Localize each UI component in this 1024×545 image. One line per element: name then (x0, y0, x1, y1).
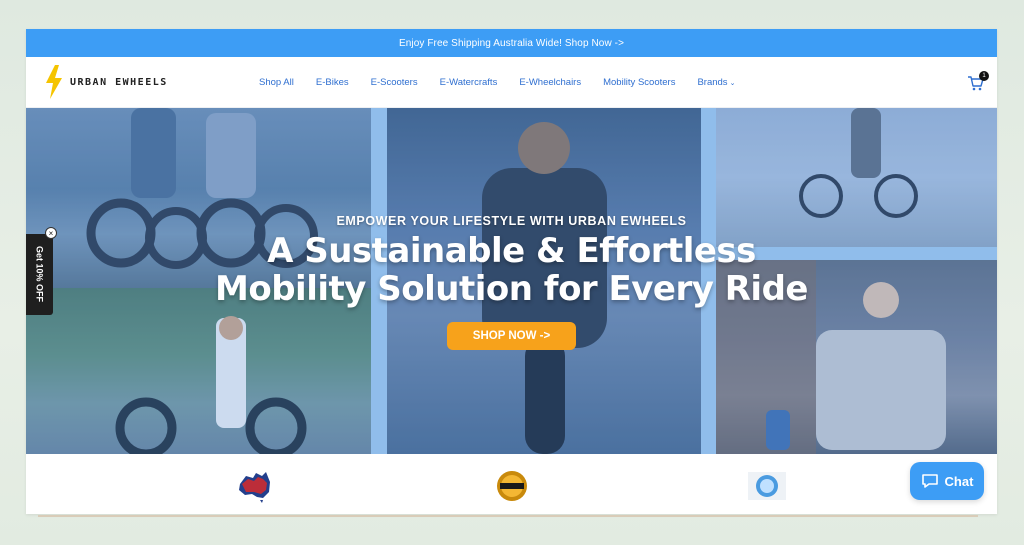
trust-badges-row (26, 454, 997, 514)
chat-bubble-icon (921, 474, 938, 488)
logo-text: URBAN EWHEELS (70, 76, 168, 88)
chat-button[interactable]: Chat (910, 462, 984, 500)
hero-title-line-2: Mobility Solution for Every Ride (215, 269, 808, 309)
nav-e-bikes[interactable]: E-Bikes (316, 77, 349, 88)
cart-button[interactable]: 1 (967, 71, 989, 92)
nav-brands-label: Brands (697, 77, 728, 88)
announcement-bar[interactable]: Enjoy Free Shipping Australia Wide! Shop… (26, 29, 997, 57)
hero-title: A Sustainable & Effortless Mobility Solu… (26, 232, 997, 308)
shop-now-button[interactable]: SHOP NOW -> (446, 322, 577, 350)
nav-mobility-scooters[interactable]: Mobility Scooters (603, 77, 675, 88)
nav-e-scooters[interactable]: E-Scooters (371, 77, 418, 88)
australia-map-icon (239, 472, 270, 503)
hero-title-line-1: A Sustainable & Effortless (267, 231, 756, 271)
discount-side-tab[interactable]: Get 10% OFF (26, 234, 53, 315)
certified-seal-icon (748, 472, 786, 500)
nav-brands[interactable]: Brands ⌄ (697, 77, 735, 88)
announcement-text[interactable]: Enjoy Free Shipping Australia Wide! Shop… (399, 38, 624, 49)
hero-text: EMPOWER YOUR LIFESTYLE WITH URBAN EWHEEL… (26, 214, 997, 350)
price-match-badge-icon (497, 471, 527, 501)
close-icon[interactable]: × (45, 227, 57, 239)
nav-e-wheelchairs[interactable]: E-Wheelchairs (519, 77, 581, 88)
logo[interactable]: URBAN EWHEELS (44, 65, 168, 99)
chevron-down-icon: ⌄ (729, 80, 736, 87)
lightning-bolt-icon (46, 65, 62, 99)
divider (38, 515, 978, 517)
main-nav: Shop All E-Bikes E-Scooters E-Watercraft… (259, 57, 735, 108)
site-header: URBAN EWHEELS Shop All E-Bikes E-Scooter… (26, 57, 997, 108)
nav-shop-all[interactable]: Shop All (259, 77, 294, 88)
page-frame: Enjoy Free Shipping Australia Wide! Shop… (26, 29, 997, 514)
nav-e-watercrafts[interactable]: E-Watercrafts (440, 77, 498, 88)
hero-kicker: EMPOWER YOUR LIFESTYLE WITH URBAN EWHEEL… (336, 214, 687, 228)
cart-count-badge: 1 (979, 71, 989, 81)
hero-banner: EMPOWER YOUR LIFESTYLE WITH URBAN EWHEEL… (26, 108, 997, 454)
chat-label: Chat (944, 473, 974, 489)
